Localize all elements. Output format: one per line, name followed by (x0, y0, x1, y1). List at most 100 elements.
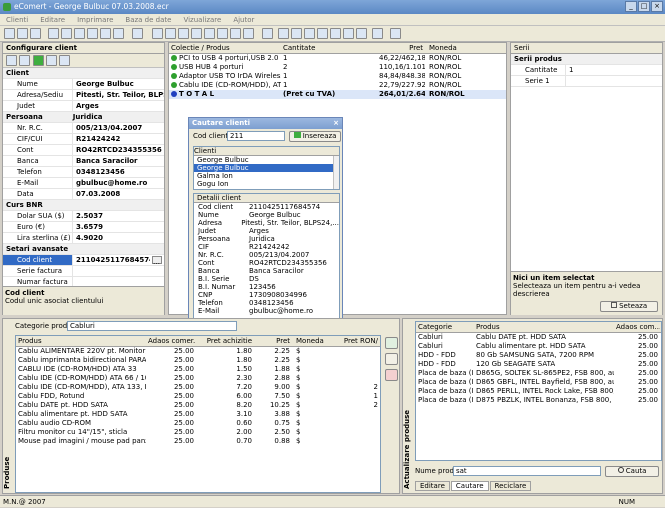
close-button[interactable]: × (651, 1, 663, 12)
product-row[interactable]: Cablu imprimanta bidirectional PARALEL /… (16, 356, 380, 365)
property-row[interactable]: Data 07.03.2008 (3, 189, 164, 200)
property-value[interactable]: R21424242 (73, 134, 164, 144)
col-pret[interactable]: Pret (377, 43, 425, 53)
property-row[interactable]: Dolar SUA ($) 2.5037 (3, 211, 164, 222)
property-row[interactable]: E-Mail gbulbuc@home.ro (3, 178, 164, 189)
product-row[interactable]: Cablu FDD, Rotund 25.00 6.00 7.50 $1 (16, 392, 380, 401)
col-colectie[interactable]: Colectie / Produs (169, 43, 281, 53)
save-icon[interactable] (30, 28, 41, 39)
property-row[interactable]: Judet Arges (3, 101, 164, 112)
property-row[interactable]: Telefon 0348123456 (3, 167, 164, 178)
client-icon[interactable] (74, 28, 85, 39)
update-row[interactable]: Placa de baza (In...D865 GBFL, INTEL Bay… (416, 378, 661, 387)
property-value[interactable] (73, 266, 164, 276)
property-row[interactable]: Nr. R.C. 005/213/04.2007 (3, 123, 164, 134)
menu-ajutor[interactable]: Ajutor (233, 14, 254, 25)
product-row[interactable]: Filtru monitor cu 14"/15", sticla 25.00 2.… (16, 428, 380, 437)
menu-clienti[interactable]: Clienti (6, 14, 28, 25)
open-icon[interactable] (17, 28, 28, 39)
update-row[interactable]: Placa de baza (In...D865G, SOLTEK SL-865… (416, 369, 661, 378)
property-value[interactable]: 07.03.2008 (73, 189, 164, 199)
property-value[interactable]: 005/213/04.2007 (73, 123, 164, 133)
property-row[interactable]: Cod client 2110425117684574… (3, 255, 164, 266)
preview-icon[interactable] (61, 28, 72, 39)
product-row[interactable]: Cablu alimentare pt. HDD SATA 25.00 3.10 3.… (16, 410, 380, 419)
update-row[interactable]: Cabluri Cablu alimentare pt. HDD SATA 25.0… (416, 342, 661, 351)
pages-icon[interactable] (59, 55, 70, 66)
col-adaos[interactable]: Adaos com... (614, 322, 660, 332)
config-icon[interactable] (113, 28, 124, 39)
cart-row[interactable]: PCI to USB 4 porturi,USB 2.0 1 46,22/462,1… (169, 54, 506, 63)
db-7-icon[interactable] (356, 28, 367, 39)
update-row[interactable]: Placa de baza (In...D875 PBZLK, INTEL Bo… (416, 396, 661, 405)
print-icon[interactable] (48, 28, 59, 39)
product-row[interactable]: Cablu ALIMENTARE 220V pt. Monitor, din U… (16, 347, 380, 356)
db-1-icon[interactable] (278, 28, 289, 39)
events-icon[interactable] (46, 55, 57, 66)
property-row[interactable]: Curs BNR (3, 200, 164, 211)
property-row[interactable]: Serie factura (3, 266, 164, 277)
client-list-item[interactable]: George Bulbuc (194, 164, 339, 172)
client-code-input[interactable]: 211 (227, 131, 285, 141)
menu-baza-de-date[interactable]: Baza de date (125, 14, 171, 25)
cart-row[interactable]: Adaptor USB TO IrDA Wireless 1 84,84/848.3… (169, 72, 506, 81)
property-row[interactable]: Setari avansate (3, 244, 164, 255)
col-moneda[interactable]: Moneda (292, 336, 326, 346)
product-search-input[interactable]: sat (453, 466, 601, 476)
menu-vizualizare[interactable]: Vizualizare (183, 14, 221, 25)
property-value[interactable]: 2.5037 (73, 211, 164, 221)
tab-reciclare[interactable]: Reciclare (489, 481, 532, 491)
update-row[interactable]: Cabluri Cablu DATE pt. HDD SATA 25.00 (416, 333, 661, 342)
maximize-button[interactable]: □ (638, 1, 650, 12)
col-cantitate[interactable]: Cantitate (281, 43, 377, 53)
report-4-icon[interactable] (191, 28, 202, 39)
property-row[interactable]: Persoana Juridica (3, 112, 164, 123)
update-row[interactable]: HDD - FDD 120 Gb SEAGATE SATA 25.00 (416, 360, 661, 369)
serii-row-cantitate[interactable]: Cantitate 1 (511, 65, 662, 76)
sort-icon[interactable] (19, 55, 30, 66)
cantitate-value[interactable]: 1 (566, 65, 662, 75)
insert-button[interactable]: Insereaza (289, 131, 341, 142)
update-row[interactable]: HDD - FDD 80 Gb SAMSUNG SATA, 7200 RPM 25.… (416, 351, 661, 360)
cart-row[interactable]: USB HUB 4 porturi 2 110,16/1.101.634 RON/RO… (169, 63, 506, 72)
property-value[interactable]: 2110425117684574 (73, 255, 150, 265)
edit-icon[interactable] (385, 353, 398, 365)
property-value[interactable]: 0348123456 (73, 167, 164, 177)
col-pret[interactable]: Pret (254, 336, 292, 346)
property-value[interactable]: RO42RTCD234355356 (73, 145, 164, 155)
report-2-icon[interactable] (165, 28, 176, 39)
category-select[interactable]: Cabluri (67, 321, 237, 331)
report-5-icon[interactable] (204, 28, 215, 39)
col-adaos[interactable]: Adaos comer... (146, 336, 196, 346)
tab-editare[interactable]: Editare (415, 481, 450, 491)
invoice-icon[interactable] (87, 28, 98, 39)
menu-imprimare[interactable]: Imprimare (77, 14, 113, 25)
report-7-icon[interactable] (230, 28, 241, 39)
report-8-icon[interactable] (243, 28, 254, 39)
col-moneda[interactable]: Moneda (425, 43, 485, 53)
db-3-icon[interactable] (304, 28, 315, 39)
client-list-item[interactable]: George Bulbuc (194, 156, 339, 164)
update-row[interactable]: Placa de baza (In...D865 PERLL, INTEL Ro… (416, 387, 661, 396)
property-row[interactable]: Lira sterlina (£) 4.9020 (3, 233, 164, 244)
property-row[interactable]: Cont RO42RTCD234355356 (3, 145, 164, 156)
product-row[interactable]: Cablu IDE (CD-ROM/HDD), ATA 133, Rotund 2… (16, 383, 380, 392)
col-categorie[interactable]: Categorie (416, 322, 474, 332)
property-row[interactable]: Euro (€) 3.6579 (3, 222, 164, 233)
back-icon[interactable] (262, 28, 273, 39)
cart-total-row[interactable]: T O T A L (Pret cu TVA) 264,01/2.640.123 RO… (169, 90, 506, 99)
client-list-item[interactable]: Galma Ion (194, 172, 339, 180)
property-value[interactable]: 4.9020 (73, 233, 164, 243)
report-1-icon[interactable] (152, 28, 163, 39)
properties-icon[interactable] (33, 55, 44, 66)
property-row[interactable]: Adresa/SediuPitesti, Str. Teilor, BLPS24… (3, 90, 164, 101)
property-value[interactable]: 3.6579 (73, 222, 164, 232)
db-5-icon[interactable] (330, 28, 341, 39)
minimize-button[interactable]: _ (625, 1, 637, 12)
serie1-value[interactable] (566, 76, 662, 86)
clients-scrollbar[interactable] (333, 156, 339, 189)
product-row[interactable]: CABLU IDE (CD-ROM/HDD) ATA 33 25.00 1.50 1.… (16, 365, 380, 374)
seteaza-button[interactable]: Seteaza (600, 301, 658, 312)
add-to-cart-icon[interactable] (385, 337, 398, 349)
document-icon[interactable] (132, 28, 143, 39)
